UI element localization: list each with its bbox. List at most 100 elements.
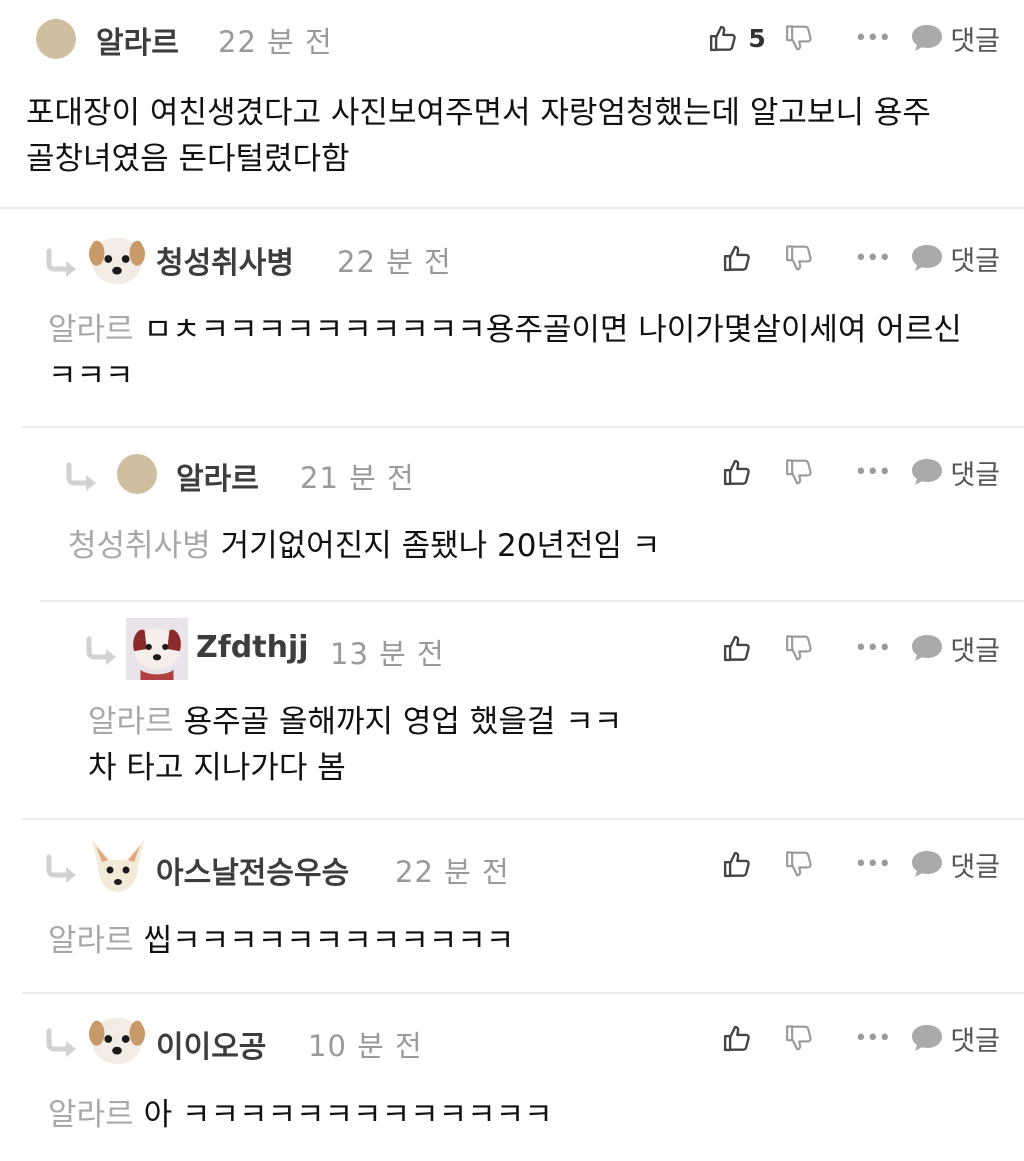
thumbs-down-icon — [784, 457, 814, 487]
username[interactable]: Zfdthjj — [196, 630, 309, 665]
reply-arrow-icon — [84, 636, 120, 666]
reply-arrow-icon — [44, 248, 80, 278]
comment-body: 알라르 씹ㅋㅋㅋㅋㅋㅋㅋㅋㅋㅋㅋㅋ — [48, 918, 984, 964]
speech-bubble-icon — [910, 243, 944, 273]
reply-arrow-icon — [64, 462, 100, 492]
comment-body: 포대장이 여친생겼다고 사진보여주면서 자랑엄청했는데 알고보니 용주 골창녀였… — [26, 90, 1004, 182]
comment-header: 청성취사병 22 분 전 ••• 댓글 — [0, 228, 1024, 288]
comment-actions: 5 ••• 댓글 — [708, 8, 1000, 68]
mention-username[interactable]: 알라르 — [48, 1097, 134, 1133]
comment-text: 아 ㅋㅋㅋㅋㅋㅋㅋㅋㅋㅋㅋㅋㅋ — [143, 1097, 553, 1133]
reply-button[interactable]: 댓글 — [910, 845, 1000, 884]
comment-body: 알라르 아 ㅋㅋㅋㅋㅋㅋㅋㅋㅋㅋㅋㅋㅋ — [48, 1092, 984, 1138]
avatar[interactable] — [88, 230, 146, 288]
reply-arrow-icon — [44, 1028, 80, 1058]
username[interactable]: 알라르 — [96, 18, 179, 62]
dislike-button[interactable] — [784, 23, 814, 53]
username[interactable]: 알라르 — [176, 454, 259, 498]
timestamp: 22 분 전 — [218, 25, 333, 59]
mention-username[interactable]: 알라르 — [48, 312, 134, 348]
dislike-button[interactable] — [784, 849, 814, 879]
more-dots-icon[interactable]: ••• — [854, 26, 891, 51]
comment-actions: ••• 댓글 — [722, 834, 1000, 894]
reply-button[interactable]: 댓글 — [910, 1019, 1000, 1058]
speech-bubble-icon — [910, 457, 944, 487]
avatar[interactable] — [117, 454, 157, 494]
dislike-button[interactable] — [784, 457, 814, 487]
reply-item: Zfdthjj 13 분 전 ••• 댓글 알라르 용주골 올해까지 영업 했을걸… — [0, 602, 1024, 820]
thumbs-up-icon — [722, 633, 752, 663]
dislike-button[interactable] — [784, 243, 814, 273]
reply-label: 댓글 — [950, 459, 1000, 491]
dislike-button[interactable] — [784, 633, 814, 663]
comment-item: 알라르 22 분 전 5 ••• 댓글 포대장이 여친생겼다고 사진보여주면서 … — [0, 0, 1024, 210]
comment-text: 포대장이 여친생겼다고 사진보여주면서 자랑엄청했는데 알고보니 용주 골창녀였… — [26, 95, 931, 177]
thumbs-up-icon — [722, 243, 752, 273]
comment-body: 알라르 ㅁㅊㅋㅋㅋㅋㅋㅋㅋㅋㅋㅋ용주골이면 나이가몇살이세여 어르신 ㅋㅋㅋ — [48, 307, 984, 399]
reply-item: 알라르 21 분 전 ••• 댓글 청성취사병 거기없어진지 좀됐나 20년전임 … — [0, 428, 1024, 602]
like-button[interactable]: 5 — [708, 23, 770, 53]
mention-username[interactable]: 알라르 — [88, 704, 174, 740]
comment-text: 거기없어진지 좀됐나 20년전임 ㅋ — [220, 528, 661, 564]
more-dots-icon[interactable]: ••• — [854, 852, 891, 877]
avatar[interactable] — [36, 19, 76, 59]
username[interactable]: 아스날전승우승 — [156, 848, 349, 892]
reply-button[interactable]: 댓글 — [910, 19, 1000, 58]
reply-item: 이이오공 10 분 전 ••• 댓글 알라르 아 ㅋㅋㅋㅋㅋㅋㅋㅋㅋㅋㅋㅋㅋ — [0, 994, 1024, 1161]
timestamp: 21 분 전 — [300, 461, 415, 495]
reply-label: 댓글 — [950, 851, 1000, 883]
mention-username[interactable]: 알라르 — [48, 923, 134, 959]
avatar[interactable] — [88, 836, 148, 896]
username[interactable]: 청성취사병 — [156, 238, 294, 282]
speech-bubble-icon — [910, 23, 944, 53]
thumbs-up-icon — [722, 457, 752, 487]
thumbs-up-icon — [722, 849, 752, 879]
timestamp: 22 분 전 — [337, 245, 452, 279]
mention-username[interactable]: 청성취사병 — [68, 528, 211, 564]
comment-body: 청성취사병 거기없어진지 좀됐나 20년전임 ㅋ — [68, 523, 984, 569]
reply-item: 청성취사병 22 분 전 ••• 댓글 알라르 ㅁㅊㅋㅋㅋㅋㅋㅋㅋㅋㅋㅋ용주골이면… — [0, 210, 1024, 428]
reply-button[interactable]: 댓글 — [910, 453, 1000, 492]
avatar[interactable] — [126, 618, 188, 680]
like-button[interactable] — [722, 849, 784, 879]
thumbs-down-icon — [784, 23, 814, 53]
like-button[interactable] — [722, 457, 784, 487]
comment-body: 알라르 용주골 올해까지 영업 했을걸 ㅋㅋ 차 타고 지나가다 봄 — [88, 699, 984, 791]
speech-bubble-icon — [910, 849, 944, 879]
dislike-button[interactable] — [784, 1023, 814, 1053]
reply-label: 댓글 — [950, 635, 1000, 667]
username[interactable]: 이이오공 — [156, 1022, 266, 1066]
reply-button[interactable]: 댓글 — [910, 239, 1000, 278]
timestamp: 10 분 전 — [308, 1029, 423, 1063]
reply-arrow-icon — [44, 854, 80, 884]
avatar[interactable] — [88, 1010, 146, 1068]
like-button[interactable] — [722, 243, 784, 273]
comment-actions: ••• 댓글 — [722, 228, 1000, 288]
speech-bubble-icon — [910, 633, 944, 663]
comment-header: Zfdthjj 13 분 전 ••• 댓글 — [0, 616, 1024, 676]
like-button[interactable] — [722, 1023, 784, 1053]
reply-item: 아스날전승우승 22 분 전 ••• 댓글 알라르 씹ㅋㅋㅋㅋㅋㅋㅋㅋㅋㅋㅋㅋ — [0, 820, 1024, 994]
thumbs-down-icon — [784, 243, 814, 273]
more-dots-icon[interactable]: ••• — [854, 1026, 891, 1051]
reply-button[interactable]: 댓글 — [910, 629, 1000, 668]
more-dots-icon[interactable]: ••• — [854, 460, 891, 485]
comment-header: 이이오공 10 분 전 ••• 댓글 — [0, 1008, 1024, 1068]
comment-header: 아스날전승우승 22 분 전 ••• 댓글 — [0, 834, 1024, 894]
more-dots-icon[interactable]: ••• — [854, 246, 891, 271]
more-dots-icon[interactable]: ••• — [854, 636, 891, 661]
comment-actions: ••• 댓글 — [722, 442, 1000, 502]
thumbs-down-icon — [784, 633, 814, 663]
reply-label: 댓글 — [950, 25, 1000, 57]
thumbs-down-icon — [784, 1023, 814, 1053]
reply-label: 댓글 — [950, 1025, 1000, 1057]
timestamp: 13 분 전 — [330, 637, 445, 671]
thumbs-up-icon — [708, 23, 738, 53]
comment-actions: ••• 댓글 — [722, 618, 1000, 678]
speech-bubble-icon — [910, 1023, 944, 1053]
comment-header: 알라르 22 분 전 5 ••• 댓글 — [0, 8, 1024, 68]
divider — [0, 207, 1024, 209]
like-button[interactable] — [722, 633, 784, 663]
reply-label: 댓글 — [950, 245, 1000, 277]
like-count: 5 — [748, 23, 766, 53]
